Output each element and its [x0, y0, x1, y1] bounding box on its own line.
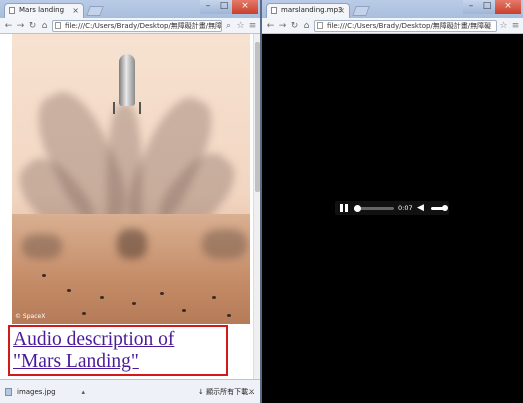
download-item[interactable]: images.jpg ▴ — [5, 384, 85, 400]
volume-handle[interactable] — [442, 205, 448, 211]
image-file-icon — [5, 388, 12, 396]
tab-strip: marslanding.mp3 × – □ × — [262, 0, 523, 18]
address-bar[interactable]: file:///C:/Users/Brady/Desktop/無障礙計畫/無障礙 — [52, 20, 222, 32]
volume-icon[interactable]: ◀ — [417, 203, 424, 213]
mars-landing-image: © SpaceX — [12, 34, 250, 324]
maximize-button[interactable]: □ — [216, 0, 232, 14]
menu-icon[interactable]: ≡ — [510, 20, 521, 32]
show-all-downloads-link[interactable]: ↓ 顯示所有下載... — [198, 384, 255, 400]
bookmark-star-icon[interactable]: ☆ — [235, 20, 246, 32]
browser-toolbar: ← → ↻ ⌂ file:///C:/Users/Brady/Desktop/無… — [262, 18, 523, 34]
download-filename: images.jpg — [17, 388, 56, 396]
back-icon[interactable]: ← — [265, 19, 276, 33]
menu-icon[interactable]: ≡ — [247, 20, 258, 32]
browser-window-marslanding-mp3: marslanding.mp3 × – □ × ← → ↻ ⌂ file:///… — [262, 0, 523, 403]
close-download-bar-icon[interactable]: × — [248, 384, 255, 400]
address-bar[interactable]: file:///C:/Users/Brady/Desktop/無障礙計畫/無障礙 — [314, 20, 497, 32]
maximize-button[interactable]: □ — [479, 0, 495, 14]
current-time: 0:07 — [398, 204, 413, 212]
bookmark-star-icon[interactable]: ☆ — [498, 20, 509, 32]
url-text: file:///C:/Users/Brady/Desktop/無障礙計畫/無障礙 — [327, 22, 492, 30]
page-icon — [55, 22, 61, 29]
download-bar: images.jpg ▴ ↓ 顯示所有下載... × — [0, 379, 260, 403]
window-controls: – □ × — [463, 0, 521, 14]
page-content: © SpaceX Audio description of "Mars Land… — [0, 34, 260, 379]
minimize-button[interactable]: – — [463, 0, 479, 14]
audio-description-link[interactable]: Audio description of "Mars Landing" — [13, 329, 226, 373]
browser-toolbar: ← → ↻ ⌂ file:///C:/Users/Brady/Desktop/無… — [0, 18, 260, 34]
page-icon — [317, 22, 323, 29]
tab-mars-landing[interactable]: Mars landing × — [4, 3, 84, 18]
close-window-button[interactable]: × — [232, 0, 258, 14]
vertical-scrollbar[interactable] — [253, 34, 260, 379]
new-tab-button[interactable] — [86, 6, 104, 16]
rocket — [119, 54, 135, 106]
close-window-button[interactable]: × — [495, 0, 521, 14]
seek-handle[interactable] — [354, 205, 361, 212]
caption-highlight-box: Audio description of "Mars Landing" — [8, 325, 228, 376]
back-icon[interactable]: ← — [3, 19, 14, 33]
zoom-icon[interactable]: ⌕ — [223, 20, 234, 32]
new-tab-button[interactable] — [352, 6, 370, 16]
home-icon[interactable]: ⌂ — [39, 19, 50, 33]
download-menu-arrow-icon[interactable]: ▴ — [81, 384, 85, 400]
page-favicon-icon — [9, 7, 15, 14]
page-favicon-icon — [271, 7, 277, 14]
seek-bar[interactable] — [354, 205, 394, 212]
reload-icon[interactable]: ↻ — [27, 19, 38, 33]
media-viewer: 0:07 ◀ — [262, 34, 523, 403]
audio-player: 0:07 ◀ — [335, 201, 449, 215]
tab-close-icon[interactable]: × — [72, 4, 79, 17]
window-controls: – □ × — [200, 0, 258, 14]
forward-icon[interactable]: → — [15, 19, 26, 33]
url-text: file:///C:/Users/Brady/Desktop/無障礙計畫/無障礙 — [65, 22, 222, 30]
tab-marslanding-mp3[interactable]: marslanding.mp3 × — [266, 3, 350, 18]
image-watermark: © SpaceX — [15, 313, 46, 320]
reload-icon[interactable]: ↻ — [289, 19, 300, 33]
home-icon[interactable]: ⌂ — [301, 19, 312, 33]
tab-title: Mars landing — [19, 6, 65, 14]
browser-window-mars-landing: Mars landing × – □ × ← → ↻ ⌂ file:///C:/… — [0, 0, 260, 403]
forward-icon[interactable]: → — [277, 19, 288, 33]
minimize-button[interactable]: – — [200, 0, 216, 14]
tab-title: marslanding.mp3 — [281, 6, 343, 14]
tab-strip: Mars landing × – □ × — [0, 0, 260, 18]
pause-icon[interactable] — [340, 204, 348, 212]
tab-close-icon[interactable]: × — [338, 4, 345, 17]
download-arrow-icon: ↓ — [198, 388, 204, 396]
